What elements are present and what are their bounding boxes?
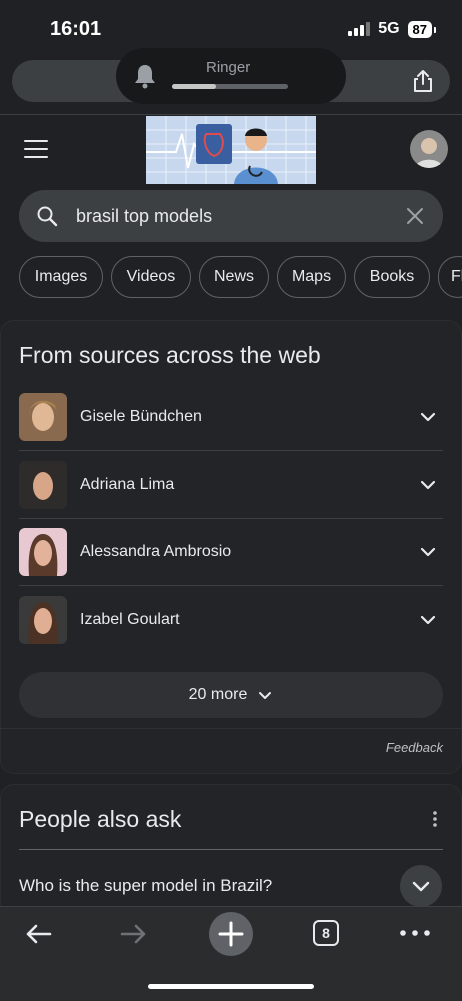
chip-images[interactable]: Images bbox=[19, 256, 103, 298]
home-indicator bbox=[148, 984, 314, 989]
thumbnail-alessandra bbox=[19, 528, 67, 576]
feedback-link[interactable]: Feedback bbox=[386, 740, 443, 755]
source-item-name[interactable]: Adriana Lima bbox=[80, 476, 174, 494]
chip-more[interactable]: Fl bbox=[438, 256, 462, 298]
chip-maps[interactable]: Maps bbox=[277, 256, 346, 298]
chip-videos[interactable]: Videos bbox=[111, 256, 191, 298]
status-indicators: 5G 87 bbox=[348, 20, 437, 38]
chevron-down-icon[interactable] bbox=[418, 610, 438, 630]
more-options-icon[interactable] bbox=[430, 810, 440, 828]
show-more-label: 20 more bbox=[188, 686, 248, 703]
paa-question[interactable]: Who is the super model in Brazil? bbox=[19, 876, 272, 896]
source-item-name[interactable]: Izabel Goulart bbox=[80, 611, 180, 629]
row-divider bbox=[19, 518, 443, 519]
ringer-label: Ringer bbox=[206, 59, 251, 76]
tab-switcher-button[interactable]: 8 bbox=[313, 920, 339, 946]
show-more-button[interactable]: 20 more bbox=[19, 672, 443, 718]
forward-arrow-icon[interactable] bbox=[118, 918, 150, 950]
row-divider bbox=[19, 450, 443, 451]
header-divider bbox=[0, 114, 462, 115]
battery-indicator: 87 bbox=[407, 20, 437, 38]
new-tab-icon[interactable] bbox=[209, 912, 253, 956]
share-icon[interactable] bbox=[410, 68, 436, 94]
chevron-down-icon[interactable] bbox=[418, 475, 438, 495]
search-icon bbox=[37, 206, 58, 227]
signal-icon bbox=[348, 22, 371, 36]
user-avatar[interactable] bbox=[410, 130, 448, 168]
thumbnail-gisele bbox=[19, 393, 67, 441]
back-arrow-icon[interactable] bbox=[22, 918, 54, 950]
row-divider bbox=[19, 585, 443, 586]
search-input[interactable]: brasil top models bbox=[76, 206, 212, 227]
chevron-down-icon[interactable] bbox=[418, 407, 438, 427]
google-doodle-image[interactable] bbox=[146, 116, 316, 184]
ringer-volume-fill bbox=[172, 84, 216, 89]
chevron-down-icon[interactable] bbox=[418, 542, 438, 562]
chevron-down-icon[interactable] bbox=[400, 865, 442, 907]
status-time: 16:01 bbox=[50, 18, 102, 40]
source-item-name[interactable]: Alessandra Ambrosio bbox=[80, 543, 231, 561]
thumbnail-izabel bbox=[19, 596, 67, 644]
network-label: 5G bbox=[378, 20, 400, 37]
menu-icon[interactable] bbox=[24, 140, 48, 160]
card-divider bbox=[0, 728, 462, 729]
chip-books[interactable]: Books bbox=[354, 256, 430, 298]
close-icon[interactable] bbox=[404, 205, 426, 227]
people-also-ask-card bbox=[0, 784, 462, 924]
paa-divider bbox=[19, 849, 443, 850]
source-item-name[interactable]: Gisele Bündchen bbox=[80, 408, 202, 426]
chevron-down-icon bbox=[259, 692, 272, 699]
thumbnail-adriana bbox=[19, 461, 67, 509]
more-menu-icon[interactable] bbox=[398, 926, 432, 940]
paa-title: People also ask bbox=[19, 806, 182, 832]
bell-icon bbox=[135, 65, 155, 89]
chip-news[interactable]: News bbox=[199, 256, 269, 298]
card-title: From sources across the web bbox=[19, 342, 321, 368]
